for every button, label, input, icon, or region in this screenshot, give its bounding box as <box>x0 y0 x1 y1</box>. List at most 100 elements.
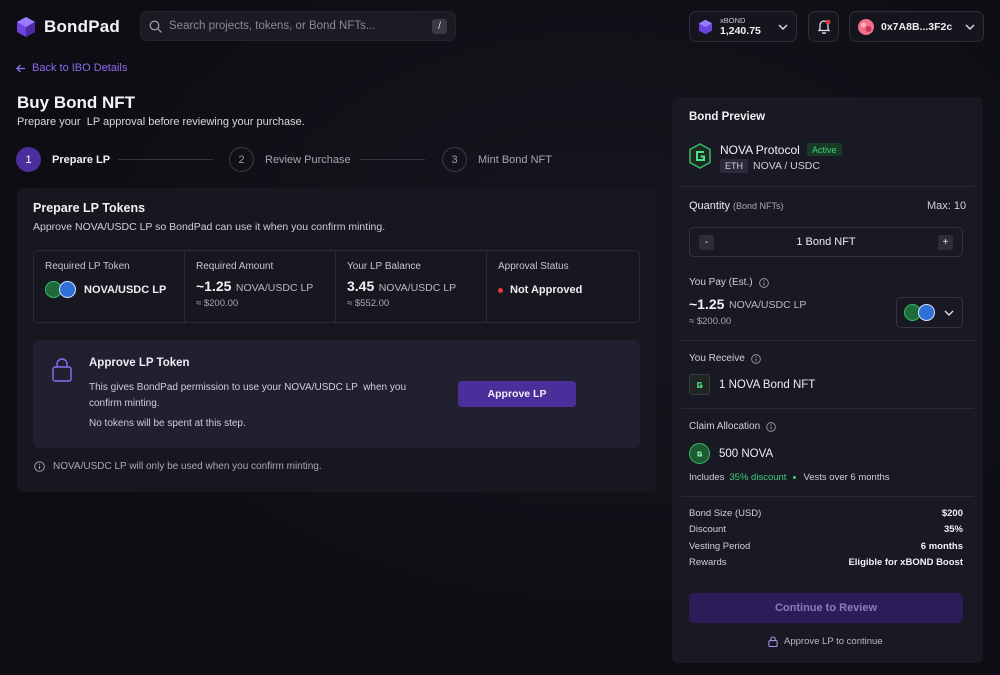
info-value: ~1.25 <box>196 278 232 294</box>
summary-value: 35% <box>943 524 963 535</box>
chevron-down-icon <box>778 24 788 30</box>
increment-button[interactable]: + <box>938 234 953 250</box>
step-review-purchase[interactable]: 2 Review Purchase <box>229 147 351 172</box>
you-pay-label: You Pay (Est.) <box>689 277 769 288</box>
step-prepare-lp[interactable]: 1 Prepare LP <box>16 147 110 172</box>
divider <box>681 186 974 187</box>
search-icon <box>149 20 162 33</box>
step-label: Prepare LP <box>52 153 111 166</box>
claim-vest: Vests over 6 months <box>803 472 890 483</box>
status-badge: Active <box>807 143 842 156</box>
step-mint-bond-nft[interactable]: 3 Mint Bond NFT <box>442 147 552 172</box>
lp-balance-cell: Your LP Balance 3.45 NOVA/USDC LP ≈ $552… <box>336 251 487 322</box>
quantity-label: Quantity (Bond NFTs) <box>689 200 783 212</box>
lp-note-text: NOVA/USDC LP will only be used when you … <box>53 461 322 472</box>
section-label-text: You Receive <box>689 353 745 364</box>
divider <box>681 408 974 409</box>
card-subtitle: Approve NOVA/USDC LP so BondPad can use … <box>33 221 386 233</box>
summary-row: Discount 35% <box>689 524 963 535</box>
summary-value: 6 months <box>920 541 963 552</box>
pay-amount: ~1.25 <box>689 296 725 312</box>
chevron-down-icon <box>944 310 954 316</box>
quantity-max: Max: 10 <box>927 200 967 212</box>
xbond-balance[interactable]: xBOND 1,240.75 <box>689 11 797 42</box>
approval-status-cell: Approval Status Not Approved <box>487 251 639 322</box>
info-icon[interactable] <box>766 421 776 432</box>
summary-key: Vesting Period <box>689 541 751 552</box>
info-icon <box>34 461 45 472</box>
info-label: Your LP Balance <box>347 261 421 272</box>
approve-lp-button[interactable]: Approve LP <box>458 381 576 407</box>
pay-token-select[interactable] <box>896 297 963 328</box>
search-input[interactable] <box>169 20 425 32</box>
info-unit: NOVA/USDC LP <box>235 282 314 294</box>
app-name: BondPad <box>44 17 121 36</box>
nova-logo-icon <box>697 450 703 457</box>
info-value: 3.45 <box>347 278 375 294</box>
info-label: Required LP Token <box>45 261 130 272</box>
nova-token-icon <box>689 443 710 464</box>
protocol-name: NOVA Protocol <box>720 143 800 157</box>
you-receive-label: You Receive <box>689 353 761 364</box>
info-icon[interactable] <box>758 277 769 288</box>
step-connector <box>118 159 213 160</box>
notifications-button[interactable] <box>808 11 839 42</box>
info-label: Approval Status <box>498 261 569 272</box>
summary-row: Vesting Period 6 months <box>689 541 963 552</box>
xbond-label: xBOND <box>720 15 746 25</box>
lock-icon <box>52 358 72 382</box>
info-unit: NOVA/USDC LP <box>378 282 457 294</box>
summary-row: Bond Size (USD) $200 <box>689 508 963 519</box>
page-subtitle: Prepare your LP approval before reviewin… <box>17 116 305 128</box>
search-bar[interactable]: / <box>140 11 456 41</box>
decrement-button[interactable]: - <box>699 234 714 250</box>
pair-label: NOVA / USDC <box>753 160 820 172</box>
panel-title: Bond Preview <box>689 111 766 123</box>
info-value: NOVA/USDC LP <box>84 283 167 296</box>
info-usd: ≈ $200.00 <box>196 298 239 309</box>
back-link[interactable]: Back to IBO Details <box>16 62 127 74</box>
quantity-stepper[interactable]: - 1 Bond NFT + <box>689 227 963 257</box>
xbond-token-icon <box>698 19 713 34</box>
summary-key: Bond Size (USD) <box>689 508 762 519</box>
nova-protocol-logo <box>689 143 711 169</box>
wallet-button[interactable]: 0x7A8B...3F2c <box>849 11 984 42</box>
step-number: 3 <box>442 147 467 172</box>
bond-nft-icon <box>689 374 710 395</box>
info-label: Required Amount <box>196 261 274 272</box>
claim-value: 500 NOVA <box>719 448 774 460</box>
lock-note-text: Approve LP to continue <box>784 636 883 647</box>
app-logo[interactable]: BondPad <box>16 16 120 38</box>
nova-logo-icon <box>697 381 703 388</box>
arrow-left-icon <box>16 64 25 72</box>
lp-usage-note: NOVA/USDC LP will only be used when you … <box>34 461 322 472</box>
summary-row: Rewards Eligible for xBOND Boost <box>689 557 963 568</box>
quantity-sub: (Bond NFTs) <box>732 201 784 211</box>
required-lp-token-cell: Required LP Token NOVA/USDC LP <box>34 251 185 322</box>
bondpad-logo-icon <box>17 17 35 37</box>
page-title: Buy Bond NFT <box>17 93 136 112</box>
claim-meta: Includes 35% discount Vests over 6 month… <box>689 472 890 483</box>
continue-to-review-button[interactable]: Continue to Review <box>689 593 963 623</box>
claim-allocation-label: Claim Allocation <box>689 421 776 432</box>
step-label: Mint Bond NFT <box>478 153 552 166</box>
required-amount-cell: Required Amount ~1.25 NOVA/USDC LP ≈ $20… <box>185 251 336 322</box>
step-number: 1 <box>16 147 41 172</box>
status-dot <box>498 287 503 293</box>
separator-dot <box>793 476 797 479</box>
approve-note: No tokens will be spent at this step. <box>89 418 246 429</box>
chevron-down-icon <box>965 24 975 30</box>
lp-info-grid: Required LP Token NOVA/USDC LP Required … <box>33 250 640 323</box>
wallet-address: 0x7A8B...3F2c <box>881 20 953 33</box>
info-usd: ≈ $552.00 <box>347 298 390 309</box>
summary-key: Rewards <box>689 557 727 568</box>
card-title: Prepare LP Tokens <box>33 201 146 215</box>
summary-key: Discount <box>689 524 726 535</box>
receive-value: 1 NOVA Bond NFT <box>719 379 816 391</box>
pay-usd: ≈ $200.00 <box>689 316 732 327</box>
continue-lock-note: Approve LP to continue <box>768 636 883 647</box>
lp-pair-icon <box>45 281 76 298</box>
info-icon[interactable] <box>750 353 761 364</box>
quantity-label-text: Quantity <box>689 200 730 212</box>
usdc-token-icon <box>59 281 76 298</box>
